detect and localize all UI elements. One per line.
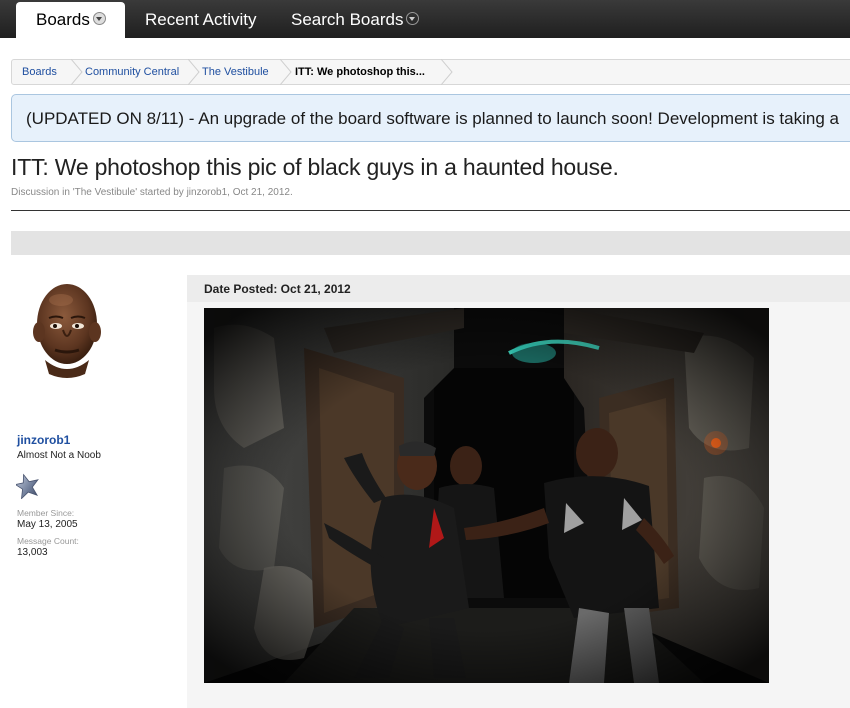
tab-recent-activity-label: Recent Activity <box>145 10 257 29</box>
tab-search-boards[interactable]: Search Boards <box>291 0 420 38</box>
breadcrumb-community-central[interactable]: Community Central <box>85 60 179 84</box>
user-title: Almost Not a Noob <box>17 450 101 461</box>
chevron-down-icon[interactable] <box>92 12 106 26</box>
site-notice-text: (UPDATED ON 8/11) - An upgrade of the bo… <box>26 109 839 128</box>
breadcrumb-boards[interactable]: Boards <box>22 60 57 84</box>
page-title: ITT: We photoshop this pic of black guys… <box>11 154 619 180</box>
breadcrumb-current-thread[interactable]: ITT: We photoshop this... <box>295 60 425 84</box>
thread-meta: Discussion in 'The Vestibule' started by… <box>11 187 293 198</box>
avatar[interactable] <box>23 278 111 378</box>
site-notice: (UPDATED ON 8/11) - An upgrade of the bo… <box>11 94 850 142</box>
tab-search-boards-label: Search Boards <box>291 10 404 29</box>
tab-boards-label: Boards <box>36 10 90 29</box>
breadcrumb: Boards Community Central The Vestibule I… <box>11 59 850 85</box>
post-date: Date Posted: Oct 21, 2012 <box>204 282 351 296</box>
tab-boards[interactable]: Boards <box>16 2 125 38</box>
username-link[interactable]: jinzorob1 <box>17 433 70 447</box>
breadcrumb-separator-icon <box>188 59 200 85</box>
message-count-label: Message Count: <box>17 536 79 546</box>
star-icon <box>16 473 39 499</box>
member-since-label: Member Since: <box>17 508 75 518</box>
divider <box>11 210 850 211</box>
page-nav-bar <box>11 231 850 255</box>
tab-recent-activity[interactable]: Recent Activity <box>145 0 257 38</box>
top-navbar: Boards Recent Activity Search Boards <box>0 0 850 38</box>
breadcrumb-separator-icon <box>441 59 453 85</box>
breadcrumb-the-vestibule[interactable]: The Vestibule <box>202 60 269 84</box>
breadcrumb-separator-icon <box>71 59 83 85</box>
message-count-value: 13,003 <box>17 547 48 558</box>
haunted-house-photo[interactable] <box>204 308 769 683</box>
chevron-down-icon[interactable] <box>406 12 420 26</box>
breadcrumb-separator-icon <box>280 59 292 85</box>
member-since-value: May 13, 2005 <box>17 519 78 530</box>
